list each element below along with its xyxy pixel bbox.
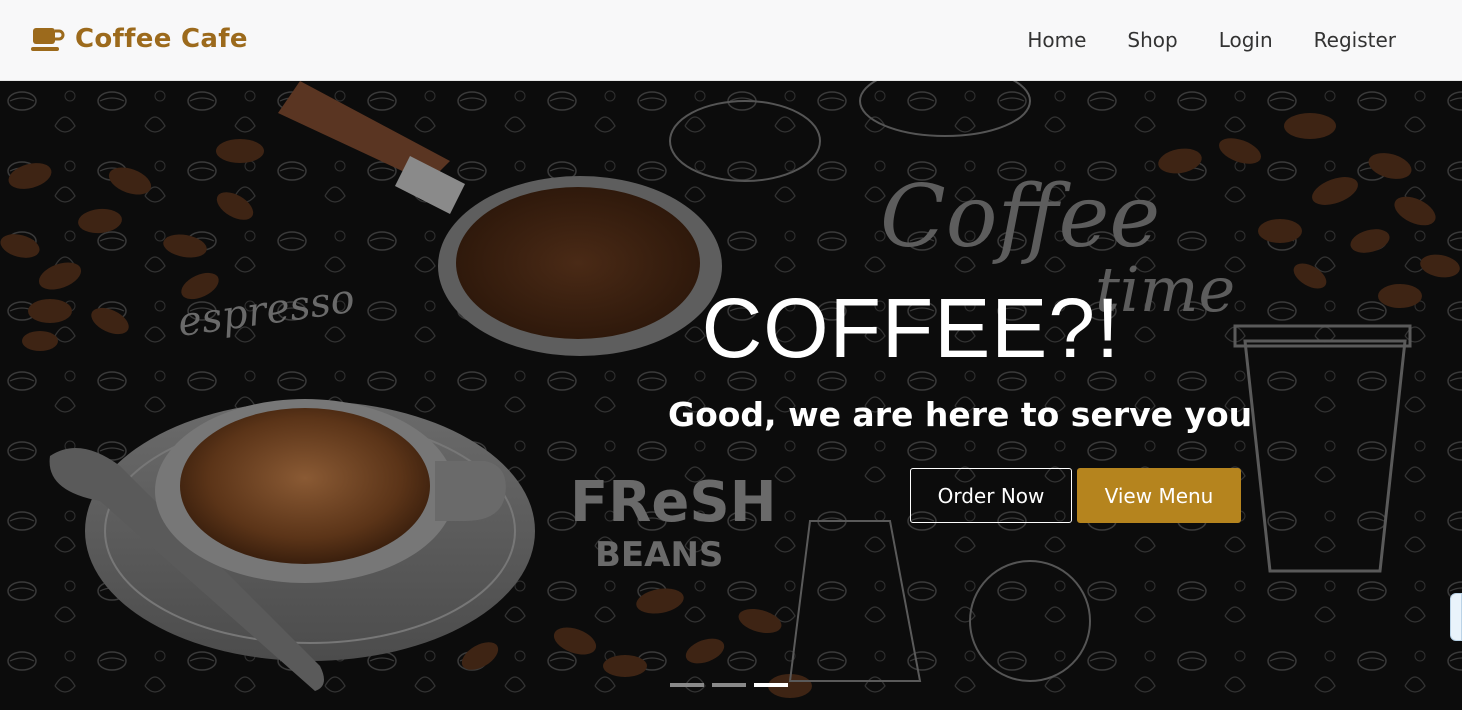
order-now-button[interactable]: Order Now [910, 468, 1072, 523]
hero-subtitle: Good, we are here to serve you [668, 395, 1253, 434]
brand-logo-link[interactable]: Coffee Cafe [31, 24, 248, 54]
brand-name: Coffee Cafe [75, 24, 248, 54]
floating-side-widget[interactable] [1450, 593, 1462, 641]
view-menu-button[interactable]: View Menu [1077, 468, 1241, 523]
coffee-cup-icon [31, 28, 65, 51]
nav-login-link[interactable]: Login [1219, 28, 1273, 52]
nav-links: Home Shop Login Register [986, 28, 1396, 52]
coffee-doodle-text: Coffee [880, 167, 1160, 267]
carousel-indicator-2[interactable] [712, 683, 746, 687]
nav-register-link[interactable]: Register [1314, 28, 1396, 52]
fresh-doodle-text: FReSH [570, 470, 777, 535]
carousel-indicator-3[interactable] [754, 683, 788, 687]
nav-shop-link[interactable]: Shop [1127, 28, 1177, 52]
carousel-indicators [670, 683, 788, 687]
hero-title: COFFEE?! [701, 281, 1121, 375]
carousel-indicator-1[interactable] [670, 683, 704, 687]
hero-carousel: espresso FReSH BEANS Coffee time COFFEE?… [0, 81, 1462, 710]
navbar: Coffee Cafe Home Shop Login Register [0, 0, 1462, 81]
beans-doodle-text: BEANS [595, 535, 723, 575]
nav-home-link[interactable]: Home [1027, 28, 1086, 52]
